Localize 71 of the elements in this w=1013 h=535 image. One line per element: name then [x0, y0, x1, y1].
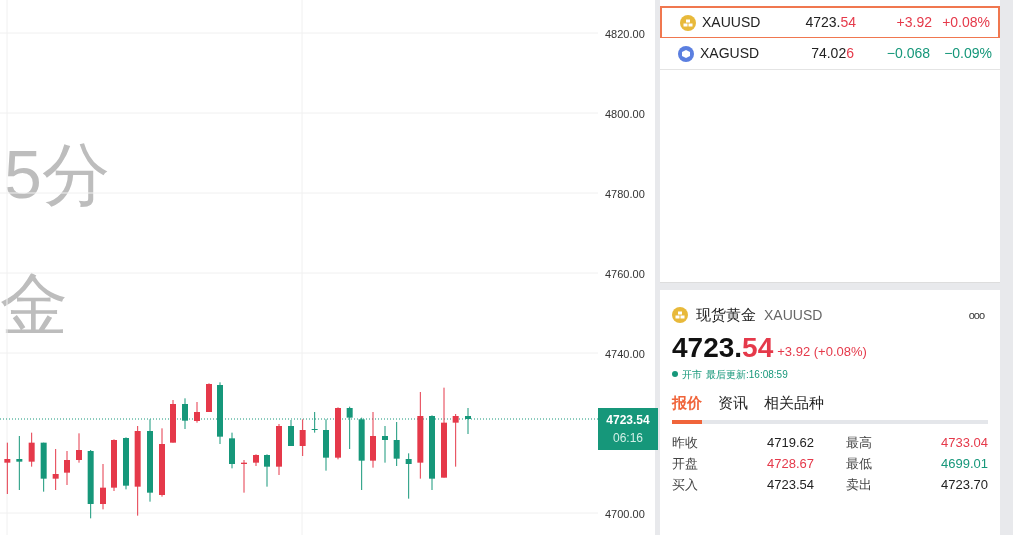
tab[interactable]: 相关品种: [764, 391, 824, 424]
candle: [370, 411, 376, 469]
candle: [452, 413, 459, 468]
stat-label: 买入: [672, 476, 698, 494]
candle: [159, 427, 165, 498]
stat-label: 昨收: [672, 434, 698, 452]
price: 4723.54: [804, 13, 856, 32]
stat-label: 最低: [846, 455, 872, 473]
stat-label: 开盘: [672, 455, 698, 473]
candle: [405, 452, 412, 500]
watchlist-row[interactable]: XAGUSD 74.026 −0.068 −0.09%: [660, 38, 1000, 70]
price-axis-label: 4820.00: [605, 27, 645, 42]
stat-value: 4723.70: [941, 476, 988, 494]
candle: [76, 432, 82, 464]
stat-value: 4719.62: [767, 434, 814, 452]
candle: [64, 450, 70, 486]
price-axis-label: 4740.00: [605, 347, 645, 362]
candle: [335, 406, 341, 460]
coin-icon: [672, 307, 688, 324]
candle: [28, 432, 35, 468]
candle: [123, 436, 129, 490]
candle: [194, 401, 200, 424]
candle: [206, 382, 212, 413]
candle: [170, 399, 176, 444]
candle: [299, 418, 306, 457]
chart-watermark: 金: [0, 270, 68, 338]
watchlist-row[interactable]: XAUUSD 4723.54 +3.92 +0.08%: [660, 6, 1000, 38]
candle: [229, 432, 235, 469]
market-status: 开市: [682, 367, 702, 382]
last-update-time: 最后更新:16:08:59: [706, 367, 788, 382]
change-percent: +0.08%: [941, 13, 990, 32]
candle-countdown: 06:16: [613, 430, 643, 447]
price-change: +3.92 (+0.08%): [777, 343, 867, 361]
candle: [264, 453, 270, 488]
candle: [276, 423, 282, 476]
symbol: XAUUSD: [702, 13, 762, 32]
price-axis-label: 4760.00: [605, 267, 645, 282]
candle: [52, 448, 59, 491]
more-button[interactable]: ooo: [968, 307, 984, 324]
last-price: 4723.54: [672, 330, 774, 365]
candle: [111, 438, 117, 492]
current-price: 4723.54: [606, 412, 650, 429]
stat-label: 卖出: [846, 476, 872, 494]
change-percent: −0.09%: [943, 44, 992, 63]
instrument-name: 现货黄金: [696, 305, 756, 325]
coin-icon: [680, 14, 696, 31]
stat-value: 4699.01: [941, 455, 988, 473]
tab[interactable]: 资讯: [718, 391, 748, 424]
candle: [100, 463, 106, 510]
price-axis-label: 4700.00: [605, 507, 645, 522]
candle: [382, 425, 388, 464]
candle: [4, 442, 11, 495]
price-axis-label: 4780.00: [605, 187, 645, 202]
coin-icon: [678, 45, 694, 62]
change: −0.068: [885, 44, 930, 63]
symbol: XAGUSD: [700, 44, 761, 63]
price-axis-label: 4800.00: [605, 107, 645, 122]
candle: [241, 459, 247, 494]
stat-label: 最高: [846, 434, 872, 452]
instrument-symbol: XAUUSD: [764, 305, 823, 325]
price: 74.026: [810, 44, 854, 63]
candle: [16, 435, 23, 491]
change: +3.92: [895, 13, 932, 32]
candle: [87, 449, 94, 519]
candle: [40, 442, 47, 493]
stat-value: 4733.04: [941, 434, 988, 452]
candle: [253, 453, 259, 467]
stat-value: 4728.67: [767, 455, 814, 473]
stat-value: 4723.54: [767, 476, 814, 494]
candle: [393, 421, 400, 467]
chart-watermark: 5分: [4, 140, 110, 208]
